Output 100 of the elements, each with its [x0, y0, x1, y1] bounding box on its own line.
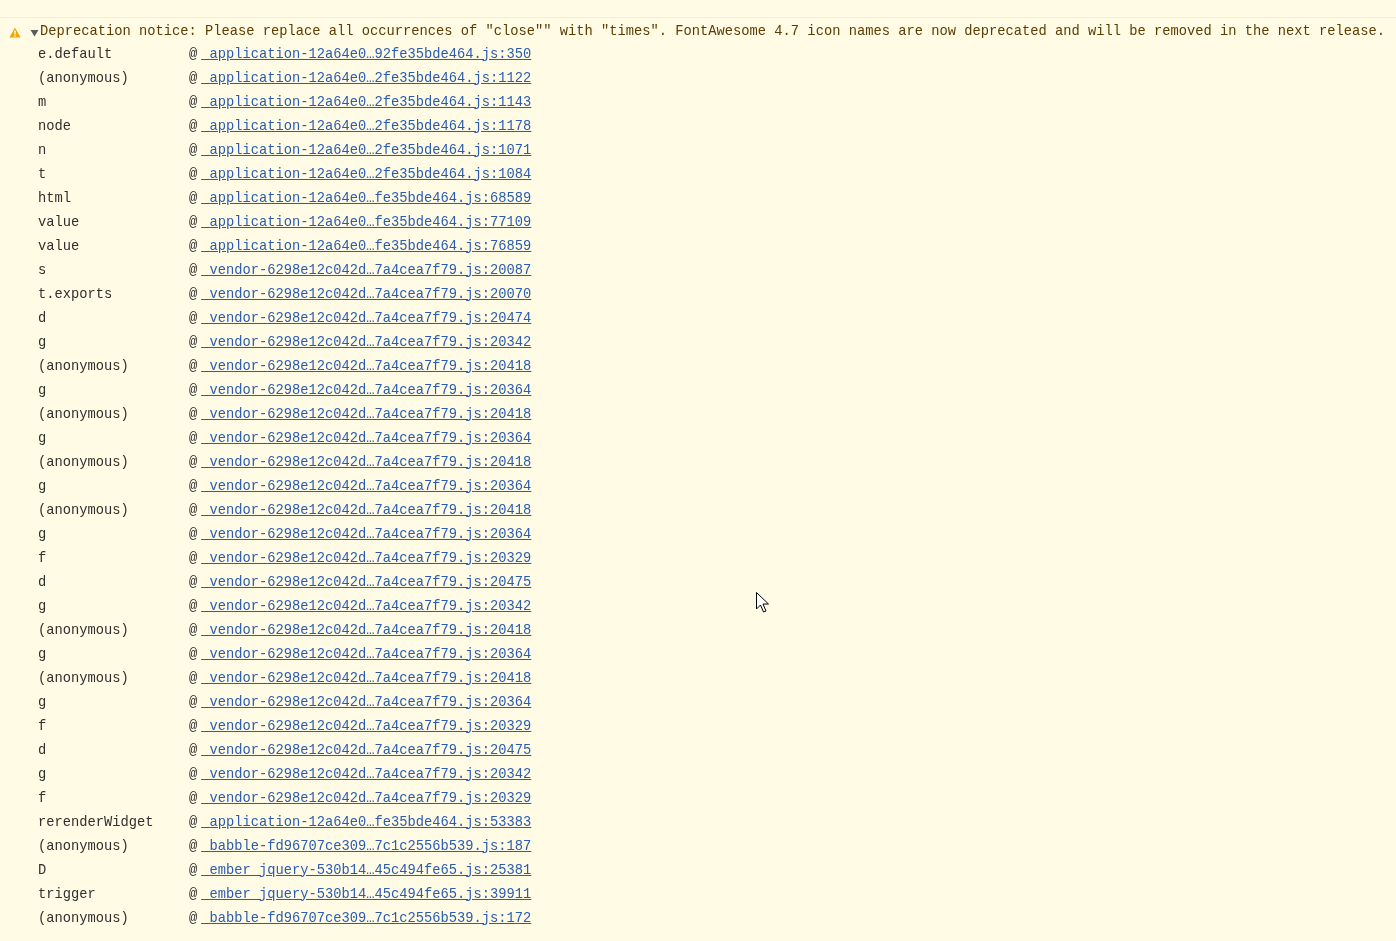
at-sign: @: [189, 525, 198, 544]
source-link[interactable]: _vendor-6298e12c042d…7a4cea7f79.js:20418: [201, 356, 532, 378]
at-sign: @: [189, 573, 198, 592]
function-name: f: [38, 789, 48, 808]
disclosure-triangle-icon[interactable]: [30, 28, 39, 37]
at-sign: @: [189, 453, 198, 472]
at-sign: @: [189, 45, 198, 64]
at-sign: @: [189, 381, 198, 400]
at-sign: @: [189, 309, 198, 328]
source-link[interactable]: _vendor-6298e12c042d…7a4cea7f79.js:20364: [201, 428, 532, 450]
source-link[interactable]: _vendor-6298e12c042d…7a4cea7f79.js:20418: [201, 452, 532, 474]
source-link[interactable]: _vendor-6298e12c042d…7a4cea7f79.js:20342: [201, 332, 532, 354]
at-sign: @: [189, 405, 198, 424]
source-link[interactable]: _ember_jquery-530b14…45c494fe65.js:39911: [201, 884, 532, 906]
function-name: g: [38, 525, 48, 544]
function-name: d: [38, 309, 48, 328]
function-name: g: [38, 381, 48, 400]
at-sign: @: [189, 165, 198, 184]
at-sign: @: [189, 213, 198, 232]
function-name: (anonymous): [38, 501, 130, 520]
at-sign: @: [189, 477, 198, 496]
warning-message: Deprecation notice: Please replace all occurrences of "close"" with "times". FontAwesome 4.7 icon names are now deprecated and will be removed in the next release.: [40, 23, 1385, 42]
at-sign: @: [189, 645, 198, 664]
at-sign: @: [189, 789, 198, 808]
at-sign: @: [189, 885, 198, 904]
source-link[interactable]: _vendor-6298e12c042d…7a4cea7f79.js:20342: [201, 764, 532, 786]
source-link[interactable]: _application-12a64e0…2fe35bde464.js:1143: [201, 92, 532, 114]
function-name: t: [38, 165, 48, 184]
function-name: (anonymous): [38, 669, 130, 688]
source-link[interactable]: _vendor-6298e12c042d…7a4cea7f79.js:20342: [201, 596, 532, 618]
function-name: rerenderWidget: [38, 813, 155, 832]
source-link[interactable]: _application-12a64e0…2fe35bde464.js:1084: [201, 164, 532, 186]
at-sign: @: [189, 357, 198, 376]
at-sign: @: [189, 693, 198, 712]
function-name: e.default: [38, 45, 114, 64]
source-link[interactable]: _vendor-6298e12c042d…7a4cea7f79.js:20329: [201, 548, 532, 570]
function-name: trigger: [38, 885, 97, 904]
source-link[interactable]: _vendor-6298e12c042d…7a4cea7f79.js:20087: [201, 260, 532, 282]
at-sign: @: [189, 93, 198, 112]
source-link[interactable]: _vendor-6298e12c042d…7a4cea7f79.js:20329: [201, 788, 532, 810]
function-name: (anonymous): [38, 837, 130, 856]
source-link[interactable]: _vendor-6298e12c042d…7a4cea7f79.js:20364: [201, 524, 532, 546]
source-link[interactable]: _application-12a64e0…fe35bde464.js:77109: [201, 212, 532, 234]
source-link[interactable]: _application-12a64e0…92fe35bde464.js:350: [201, 44, 532, 66]
function-name: d: [38, 573, 48, 592]
function-name: n: [38, 141, 48, 160]
warning-icon: [9, 27, 21, 38]
at-sign: @: [189, 69, 198, 88]
source-link[interactable]: _vendor-6298e12c042d…7a4cea7f79.js:20329: [201, 716, 532, 738]
source-link[interactable]: _vendor-6298e12c042d…7a4cea7f79.js:20364: [201, 692, 532, 714]
source-link[interactable]: _vendor-6298e12c042d…7a4cea7f79.js:20418: [201, 668, 532, 690]
source-link[interactable]: _application-12a64e0…2fe35bde464.js:1122: [201, 68, 532, 90]
at-sign: @: [189, 333, 198, 352]
source-link[interactable]: _vendor-6298e12c042d…7a4cea7f79.js:20474: [201, 308, 532, 330]
source-link[interactable]: _vendor-6298e12c042d…7a4cea7f79.js:20418: [201, 404, 532, 426]
source-link[interactable]: _application-12a64e0…2fe35bde464.js:1178: [201, 116, 532, 138]
source-link[interactable]: _babble-fd96707ce309…7c1c2556b539.js:187: [201, 836, 532, 858]
at-sign: @: [189, 237, 198, 256]
at-sign: @: [189, 813, 198, 832]
function-name: value: [38, 237, 81, 256]
function-name: (anonymous): [38, 69, 130, 88]
function-name: (anonymous): [38, 909, 130, 928]
source-link[interactable]: _application-12a64e0…fe35bde464.js:68589: [201, 188, 532, 210]
source-link[interactable]: _vendor-6298e12c042d…7a4cea7f79.js:20475: [201, 572, 532, 594]
function-name: g: [38, 429, 48, 448]
at-sign: @: [189, 189, 198, 208]
source-link[interactable]: _vendor-6298e12c042d…7a4cea7f79.js:20418: [201, 500, 532, 522]
source-link[interactable]: _babble-fd96707ce309…7c1c2556b539.js:172: [201, 908, 532, 930]
at-sign: @: [189, 117, 198, 136]
source-link[interactable]: _vendor-6298e12c042d…7a4cea7f79.js:20364: [201, 476, 532, 498]
function-name: (anonymous): [38, 405, 130, 424]
at-sign: @: [189, 549, 198, 568]
source-link[interactable]: _vendor-6298e12c042d…7a4cea7f79.js:20070: [201, 284, 532, 306]
source-link[interactable]: _vendor-6298e12c042d…7a4cea7f79.js:20364: [201, 644, 532, 666]
source-link[interactable]: _application-12a64e0…2fe35bde464.js:1071: [201, 140, 532, 162]
at-sign: @: [189, 837, 198, 856]
function-name: f: [38, 549, 48, 568]
source-link[interactable]: _vendor-6298e12c042d…7a4cea7f79.js:20418: [201, 620, 532, 642]
at-sign: @: [189, 717, 198, 736]
at-sign: @: [189, 621, 198, 640]
function-name: g: [38, 333, 48, 352]
function-name: g: [38, 645, 48, 664]
source-link[interactable]: _vendor-6298e12c042d…7a4cea7f79.js:20475: [201, 740, 532, 762]
function-name: D: [38, 861, 48, 880]
source-link[interactable]: _application-12a64e0…fe35bde464.js:76859: [201, 236, 532, 258]
at-sign: @: [189, 909, 198, 928]
function-name: g: [38, 693, 48, 712]
function-name: d: [38, 741, 48, 760]
source-link[interactable]: _application-12a64e0…fe35bde464.js:53383: [201, 812, 532, 834]
at-sign: @: [189, 741, 198, 760]
function-name: (anonymous): [38, 357, 130, 376]
function-name: t.exports: [38, 285, 114, 304]
at-sign: @: [189, 285, 198, 304]
function-name: html: [38, 189, 72, 208]
at-sign: @: [189, 597, 198, 616]
source-link[interactable]: _ember_jquery-530b14…45c494fe65.js:25381: [201, 860, 532, 882]
at-sign: @: [189, 501, 198, 520]
source-link[interactable]: _vendor-6298e12c042d…7a4cea7f79.js:20364: [201, 380, 532, 402]
function-name: s: [38, 261, 48, 280]
function-name: (anonymous): [38, 621, 130, 640]
